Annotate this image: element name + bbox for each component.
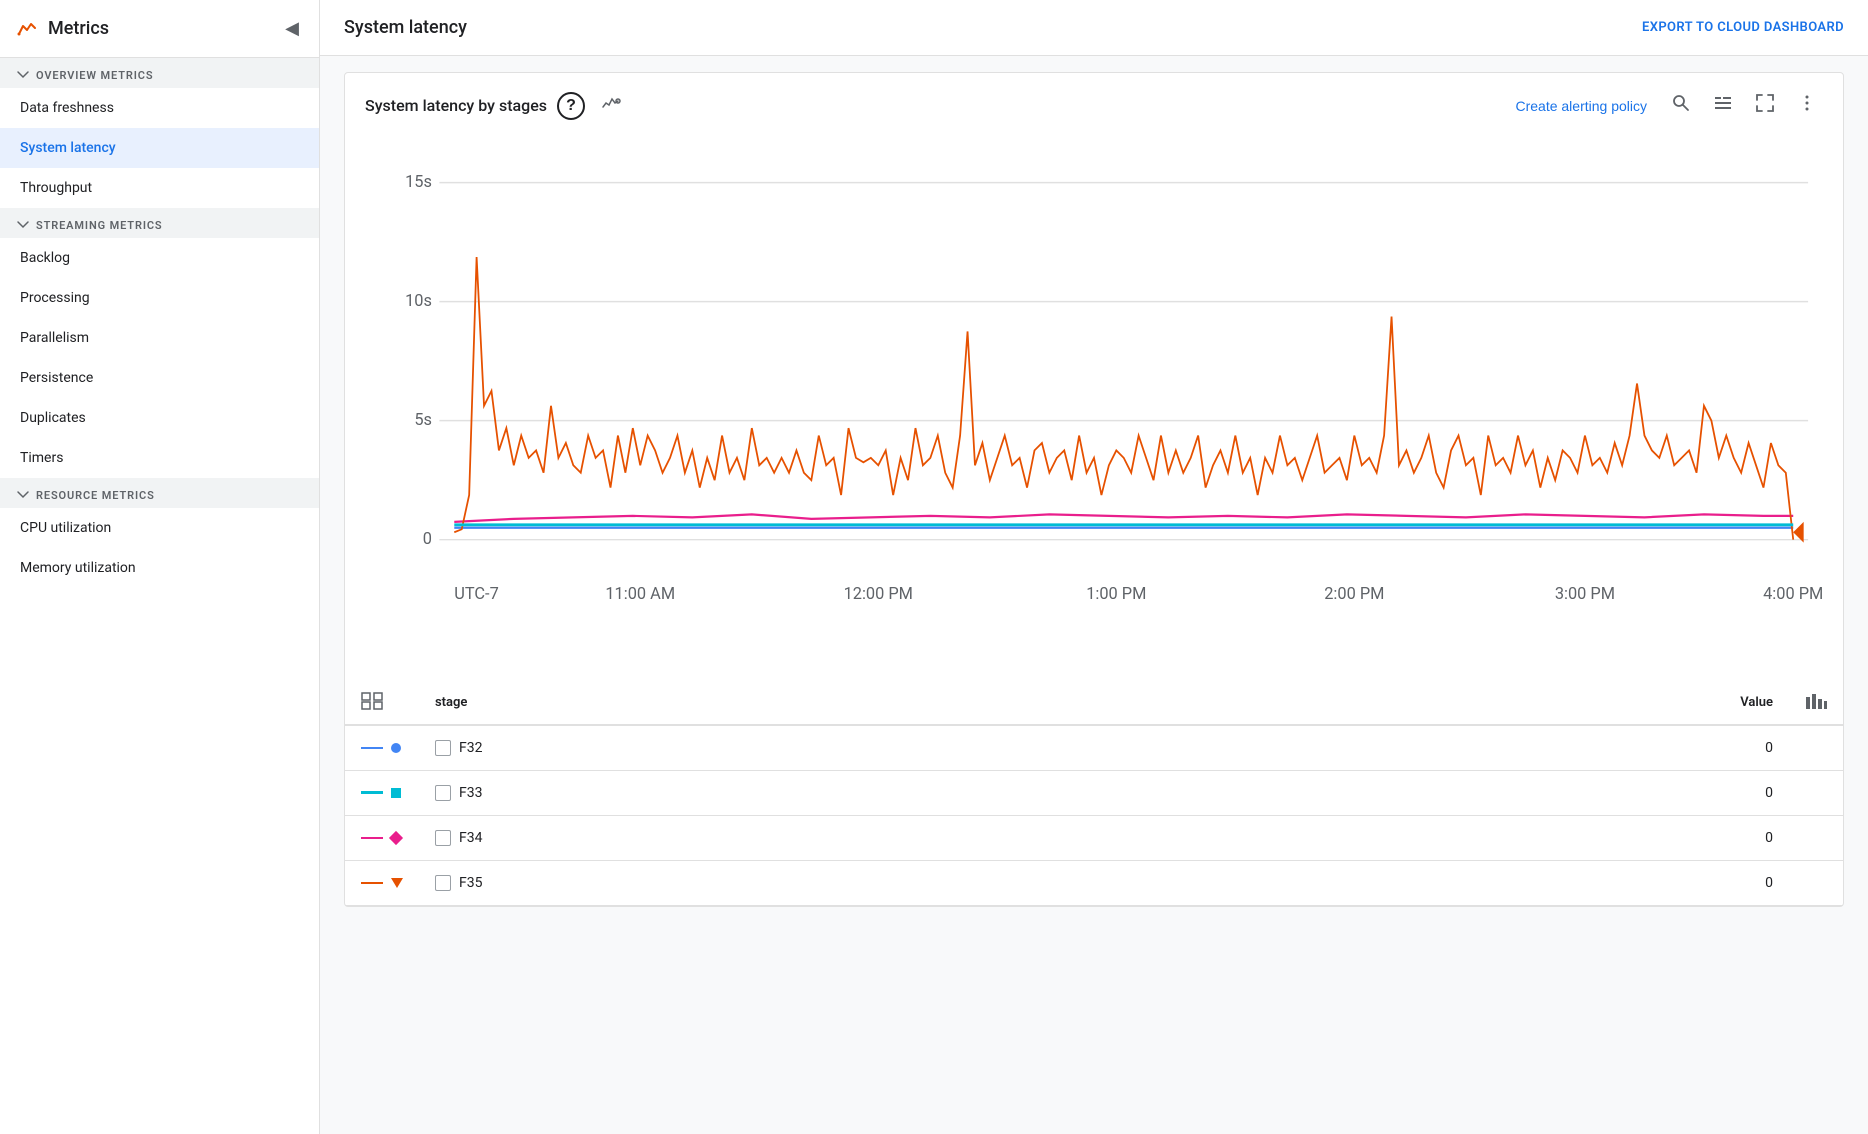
legend-indicator-f35 bbox=[345, 860, 419, 905]
chart-type-icon bbox=[1805, 693, 1827, 709]
svg-text:2:00 PM: 2:00 PM bbox=[1324, 584, 1384, 603]
column-group-icon bbox=[361, 692, 383, 710]
legend-checkbox-f34[interactable] bbox=[435, 830, 451, 846]
legend-row-f32: F32 0 bbox=[345, 725, 1843, 771]
chevron-down-icon bbox=[16, 218, 30, 232]
more-options-icon bbox=[1797, 93, 1817, 113]
chart-title: System latency by stages bbox=[365, 96, 547, 115]
legend-checkbox-f32[interactable] bbox=[435, 740, 451, 756]
legend-cell-f34-name: F34 bbox=[419, 815, 1174, 860]
legend-row-f35: F35 0 bbox=[345, 860, 1843, 905]
sidebar-item-memory-utilization[interactable]: Memory utilization bbox=[0, 548, 319, 588]
sidebar-item-data-freshness[interactable]: Data freshness bbox=[0, 88, 319, 128]
svg-text:1:00 PM: 1:00 PM bbox=[1086, 584, 1146, 603]
legend-cell-f34-value: 0 bbox=[1174, 815, 1789, 860]
create-alerting-policy-button[interactable]: Create alerting policy bbox=[1507, 94, 1655, 118]
sidebar-logo-text: Metrics bbox=[48, 18, 109, 39]
sidebar-section-resource[interactable]: RESOURCE METRICS bbox=[0, 478, 319, 508]
legend-indicator-f32 bbox=[345, 725, 419, 771]
legend-cell-f35-value: 0 bbox=[1174, 860, 1789, 905]
legend-icon bbox=[1713, 93, 1733, 113]
topbar: System latency EXPORT TO CLOUD DASHBOARD bbox=[320, 0, 1868, 56]
column-header-icon bbox=[345, 682, 419, 725]
svg-text:12:00 PM: 12:00 PM bbox=[844, 584, 913, 603]
legend-diamond-pink bbox=[389, 831, 403, 845]
sidebar-item-cpu-utilization[interactable]: CPU utilization bbox=[0, 508, 319, 548]
page-title: System latency bbox=[344, 17, 467, 38]
chevron-down-icon bbox=[16, 68, 30, 82]
sidebar-item-system-latency[interactable]: System latency bbox=[0, 128, 319, 168]
legend-indicator-f33 bbox=[345, 770, 419, 815]
legend-table: stage Value bbox=[345, 682, 1843, 906]
help-button[interactable]: ? bbox=[557, 92, 585, 120]
metrics-logo-icon bbox=[16, 17, 40, 41]
legend-cell-f32-empty bbox=[1789, 725, 1843, 771]
column-header-value: Value bbox=[1174, 682, 1789, 725]
legend-line-pink bbox=[361, 837, 383, 839]
legend-button[interactable] bbox=[1707, 89, 1739, 122]
main-content: System latency EXPORT TO CLOUD DASHBOARD… bbox=[320, 0, 1868, 1134]
legend-cell-f32-value: 0 bbox=[1174, 725, 1789, 771]
sidebar-item-throughput[interactable]: Throughput bbox=[0, 168, 319, 208]
sidebar-item-timers[interactable]: Timers bbox=[0, 438, 319, 478]
column-header-stage: stage bbox=[419, 682, 1174, 725]
legend-line-blue bbox=[361, 747, 383, 749]
sidebar-item-processing[interactable]: Processing bbox=[0, 278, 319, 318]
svg-text:5s: 5s bbox=[414, 410, 432, 429]
chart-card: System latency by stages ? Create alerti… bbox=[344, 72, 1844, 907]
legend-cell-f32-name: F32 bbox=[419, 725, 1174, 771]
fullscreen-button[interactable] bbox=[1749, 89, 1781, 122]
sidebar-item-parallelism[interactable]: Parallelism bbox=[0, 318, 319, 358]
sidebar-section-streaming-label: STREAMING METRICS bbox=[36, 219, 163, 232]
legend-cell-f33-empty bbox=[1789, 770, 1843, 815]
fullscreen-icon bbox=[1755, 93, 1775, 113]
latency-chart[interactable]: 15s 10s 5s 0 UTC-7 11:00 AM 12:00 PM 1:0… bbox=[365, 138, 1823, 674]
legend-cell-f33-value: 0 bbox=[1174, 770, 1789, 815]
svg-text:11:00 AM: 11:00 AM bbox=[605, 584, 675, 603]
legend-checkbox-f33[interactable] bbox=[435, 785, 451, 801]
sidebar-collapse-button[interactable]: ◀ bbox=[281, 14, 303, 43]
more-options-button[interactable] bbox=[1791, 89, 1823, 122]
sidebar: Metrics ◀ OVERVIEW METRICS Data freshnes… bbox=[0, 0, 320, 1134]
search-icon bbox=[1671, 93, 1691, 113]
sidebar-section-overview[interactable]: OVERVIEW METRICS bbox=[0, 58, 319, 88]
search-button[interactable] bbox=[1665, 89, 1697, 122]
legend-row-f34: F34 0 bbox=[345, 815, 1843, 860]
legend-square-teal bbox=[391, 788, 401, 798]
legend-indicator-f34 bbox=[345, 815, 419, 860]
sidebar-item-duplicates[interactable]: Duplicates bbox=[0, 398, 319, 438]
sidebar-logo: Metrics bbox=[16, 17, 109, 41]
svg-text:UTC-7: UTC-7 bbox=[454, 584, 499, 603]
legend-cell-f33-name: F33 bbox=[419, 770, 1174, 815]
legend-line-orange bbox=[361, 882, 383, 884]
sidebar-header: Metrics ◀ bbox=[0, 0, 319, 58]
svg-text:4:00 PM: 4:00 PM bbox=[1763, 584, 1823, 603]
anomaly-icon bbox=[601, 93, 621, 113]
svg-text:15s: 15s bbox=[405, 172, 432, 191]
sidebar-item-persistence[interactable]: Persistence bbox=[0, 358, 319, 398]
svg-text:3:00 PM: 3:00 PM bbox=[1555, 584, 1615, 603]
legend-checkbox-f35[interactable] bbox=[435, 875, 451, 891]
legend-triangle-orange bbox=[391, 878, 403, 888]
sidebar-section-overview-label: OVERVIEW METRICS bbox=[36, 69, 153, 82]
chart-panel: System latency by stages ? Create alerti… bbox=[320, 56, 1868, 1134]
sidebar-section-resource-label: RESOURCE METRICS bbox=[36, 489, 155, 502]
sidebar-section-streaming[interactable]: STREAMING METRICS bbox=[0, 208, 319, 238]
column-header-chart-type bbox=[1789, 682, 1843, 725]
chevron-down-icon bbox=[16, 488, 30, 502]
legend-cell-f34-empty bbox=[1789, 815, 1843, 860]
chart-toolbar: System latency by stages ? Create alerti… bbox=[345, 73, 1843, 130]
legend-row-f33: F33 0 bbox=[345, 770, 1843, 815]
legend-dot-blue bbox=[391, 743, 401, 753]
export-button[interactable]: EXPORT TO CLOUD DASHBOARD bbox=[1642, 20, 1844, 35]
svg-text:10s: 10s bbox=[405, 291, 432, 310]
legend-cell-f35-empty bbox=[1789, 860, 1843, 905]
anomaly-detection-button[interactable] bbox=[595, 89, 627, 122]
legend-line-teal bbox=[361, 791, 383, 794]
sidebar-item-backlog[interactable]: Backlog bbox=[0, 238, 319, 278]
svg-text:0: 0 bbox=[423, 529, 432, 548]
legend-cell-f35-name: F35 bbox=[419, 860, 1174, 905]
chart-area: 15s 10s 5s 0 UTC-7 11:00 AM 12:00 PM 1:0… bbox=[345, 130, 1843, 674]
